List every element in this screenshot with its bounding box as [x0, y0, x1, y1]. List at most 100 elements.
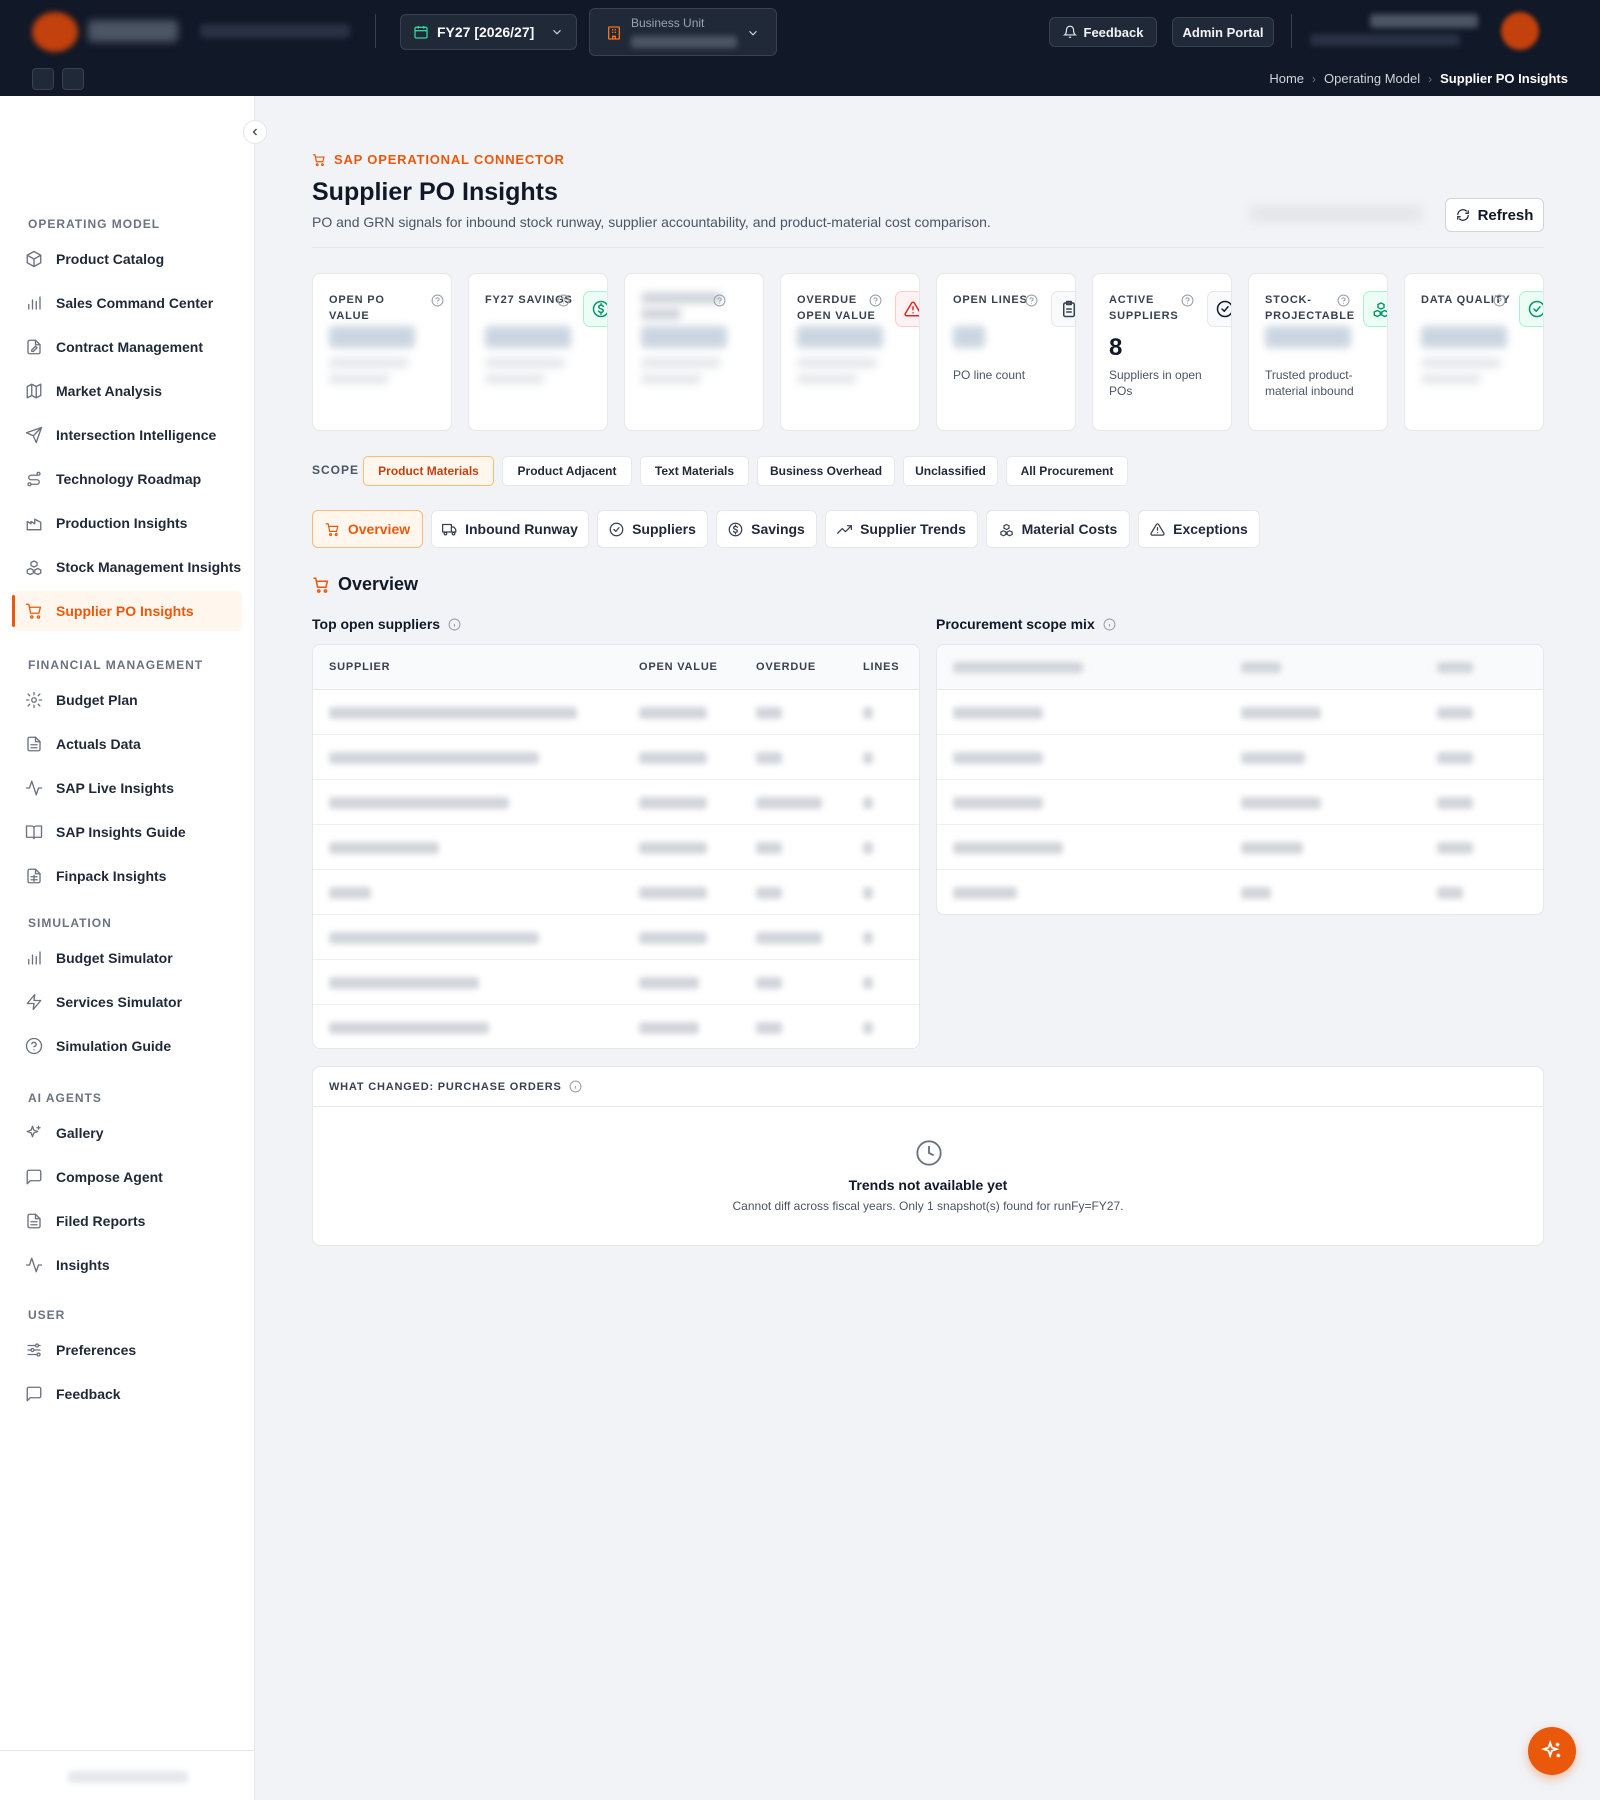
info-icon[interactable] — [431, 294, 444, 307]
sidebar-item-product-catalog[interactable]: Product Catalog — [12, 239, 242, 279]
column-header[interactable]: OPEN VALUE — [639, 661, 718, 673]
tab-overview[interactable]: Overview — [312, 510, 423, 548]
table-row[interactable] — [313, 1005, 919, 1048]
sidebar-item-insights[interactable]: Insights — [12, 1245, 242, 1285]
breadcrumb-home[interactable]: Home — [1269, 71, 1304, 86]
breadcrumb-operating-model[interactable]: Operating Model — [1324, 71, 1420, 86]
tab-supplier-trends[interactable]: Supplier Trends — [825, 510, 978, 548]
boxes-icon — [26, 560, 42, 576]
admin-portal-button[interactable]: Admin Portal — [1172, 17, 1274, 47]
table-row[interactable] — [937, 870, 1543, 914]
sidebar-item-label: Filed Reports — [56, 1213, 146, 1229]
sidebar-item-stock-management-insights[interactable]: Stock Management Insights — [12, 547, 242, 587]
scope-chip-product-adjacent[interactable]: Product Adjacent — [502, 456, 632, 486]
avatar[interactable] — [1501, 12, 1539, 50]
toolbar-square-button[interactable] — [32, 68, 54, 90]
info-icon[interactable] — [557, 294, 570, 307]
page-description: PO and GRN signals for inbound stock run… — [312, 214, 991, 230]
sidebar-item-gallery[interactable]: Gallery — [12, 1113, 242, 1153]
info-icon[interactable] — [869, 294, 882, 307]
info-icon[interactable] — [448, 618, 461, 631]
feedback-button[interactable]: Feedback — [1049, 17, 1157, 47]
sidebar-item-budget-simulator[interactable]: Budget Simulator — [12, 938, 242, 978]
scope-chip-unclassified[interactable]: Unclassified — [903, 456, 998, 486]
column-header[interactable]: SUPPLIER — [329, 661, 390, 673]
table-row[interactable] — [313, 870, 919, 915]
table-row[interactable] — [313, 825, 919, 870]
sidebar-item-budget-plan[interactable]: Budget Plan — [12, 680, 242, 720]
refresh-label: Refresh — [1477, 206, 1534, 224]
scope-chip-business-overhead[interactable]: Business Overhead — [757, 456, 895, 486]
sidebar-item-finpack-insights[interactable]: Finpack Insights — [12, 856, 242, 896]
table-row[interactable] — [313, 735, 919, 780]
tab-savings[interactable]: Savings — [716, 510, 817, 548]
kpi-value: 8 — [1109, 334, 1123, 361]
table-cell — [639, 797, 707, 809]
info-icon[interactable] — [1493, 294, 1506, 307]
info-icon[interactable] — [569, 1080, 582, 1093]
column-header[interactable]: LINES — [863, 661, 899, 673]
sidebar-item-actuals-data[interactable]: Actuals Data — [12, 724, 242, 764]
fiscal-year-select[interactable]: FY27 [2026/27] — [400, 14, 577, 50]
sidebar-item-simulation-guide[interactable]: Simulation Guide — [12, 1026, 242, 1066]
sidebar-item-sap-live-insights[interactable]: SAP Live Insights — [12, 768, 242, 808]
sidebar-item-production-insights[interactable]: Production Insights — [12, 503, 242, 543]
table-row[interactable] — [313, 780, 919, 825]
sidebar-item-market-analysis[interactable]: Market Analysis — [12, 371, 242, 411]
sidebar-item-sap-insights-guide[interactable]: SAP Insights Guide — [12, 812, 242, 852]
sidebar-collapse-button[interactable] — [243, 120, 267, 144]
refresh-icon — [1456, 209, 1469, 221]
tab-inbound-runway[interactable]: Inbound Runway — [431, 510, 589, 548]
table-row[interactable] — [313, 690, 919, 735]
business-unit-select[interactable]: Business Unit — [589, 8, 777, 56]
sidebar-item-services-simulator[interactable]: Services Simulator — [12, 982, 242, 1022]
ai-assistant-button[interactable] — [1528, 1727, 1576, 1775]
sidebar-item-intersection-intelligence[interactable]: Intersection Intelligence — [12, 415, 242, 455]
sidebar-item-filed-reports[interactable]: Filed Reports — [12, 1201, 242, 1241]
table-cell — [639, 752, 707, 764]
sidebar-item-contract-management[interactable]: Contract Management — [12, 327, 242, 367]
column-header[interactable] — [1437, 662, 1473, 673]
tab-exceptions[interactable]: Exceptions — [1138, 510, 1260, 548]
info-icon[interactable] — [1025, 294, 1038, 307]
sidebar-item-label: Intersection Intelligence — [56, 427, 217, 443]
overview-title-text: Overview — [338, 574, 419, 594]
tab-suppliers[interactable]: Suppliers — [597, 510, 708, 548]
scope-chip-product-materials[interactable]: Product Materials — [363, 456, 494, 486]
table-row[interactable] — [313, 915, 919, 960]
scope-chip-all-procurement[interactable]: All Procurement — [1006, 456, 1128, 486]
info-icon[interactable] — [1337, 294, 1350, 307]
scope-chip-text-materials[interactable]: Text Materials — [640, 456, 749, 486]
table-cell — [1437, 752, 1473, 764]
table-cell — [1241, 707, 1321, 719]
table-row[interactable] — [937, 780, 1543, 825]
brand-logo[interactable] — [32, 12, 78, 52]
info-icon[interactable] — [713, 294, 726, 307]
sidebar-item-feedback[interactable]: Feedback — [12, 1374, 242, 1414]
table-cell — [1241, 887, 1271, 899]
sidebar-item-preferences[interactable]: Preferences — [12, 1330, 242, 1370]
table-row[interactable] — [937, 690, 1543, 735]
refresh-button[interactable]: Refresh — [1445, 198, 1544, 232]
page-title: Supplier PO Insights — [312, 178, 558, 206]
table-row[interactable] — [313, 960, 919, 1005]
cart-icon — [24, 601, 44, 621]
column-header[interactable]: OVERDUE — [756, 661, 816, 673]
sidebar-item-technology-roadmap[interactable]: Technology Roadmap — [12, 459, 242, 499]
toolbar-square-button[interactable] — [62, 68, 84, 90]
empty-state-title: Trends not available yet — [848, 1177, 1008, 1193]
info-icon[interactable] — [1181, 294, 1194, 307]
sidebar-item-compose-agent[interactable]: Compose Agent — [12, 1157, 242, 1197]
clipboard-icon — [1063, 300, 1075, 318]
sidebar-item-sales-command-center[interactable]: Sales Command Center — [12, 283, 242, 323]
table-row[interactable] — [937, 825, 1543, 870]
info-icon — [1181, 294, 1194, 307]
table-row[interactable] — [937, 735, 1543, 780]
column-header[interactable] — [953, 662, 1083, 673]
sidebar-item-supplier-po-insights[interactable]: Supplier PO Insights — [12, 591, 242, 631]
info-icon[interactable] — [1103, 618, 1116, 631]
column-header[interactable] — [1241, 662, 1281, 673]
info-icon — [557, 294, 570, 307]
admin-portal-label: Admin Portal — [1182, 24, 1264, 40]
tab-material-costs[interactable]: Material Costs — [986, 510, 1130, 548]
